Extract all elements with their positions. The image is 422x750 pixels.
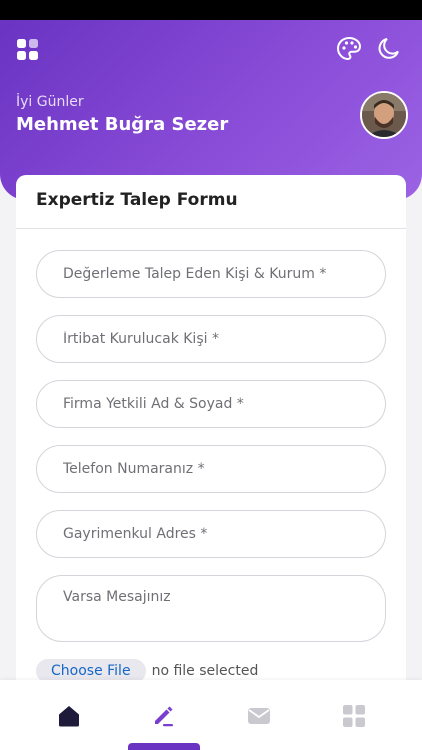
header: İyi Günler Mehmet Buğra Sezer: [0, 20, 422, 200]
file-status: no file selected: [151, 663, 259, 679]
requester-field[interactable]: [36, 250, 386, 298]
active-tab-indicator: [128, 743, 200, 750]
authorized-name-field[interactable]: [36, 380, 386, 428]
home-icon[interactable]: [57, 704, 81, 728]
bottom-nav: [0, 680, 422, 750]
avatar[interactable]: [360, 91, 408, 139]
status-bar: [0, 0, 422, 20]
greeting-text: İyi Günler: [16, 94, 84, 110]
mail-icon[interactable]: [247, 704, 271, 728]
palette-icon[interactable]: [336, 36, 362, 62]
divider: [16, 228, 406, 229]
menu-grid-icon[interactable]: [16, 38, 40, 62]
moon-icon[interactable]: [376, 36, 400, 62]
form-title: Expertiz Talep Formu: [36, 190, 238, 210]
phone-field[interactable]: [36, 445, 386, 493]
grid-icon[interactable]: [342, 704, 366, 728]
address-field[interactable]: [36, 510, 386, 558]
user-name: Mehmet Buğra Sezer: [16, 114, 229, 135]
form-card: Expertiz Talep Formu Choose File no file…: [16, 175, 406, 715]
message-field[interactable]: [36, 575, 386, 642]
contact-person-field[interactable]: [36, 315, 386, 363]
edit-icon[interactable]: [151, 704, 175, 728]
